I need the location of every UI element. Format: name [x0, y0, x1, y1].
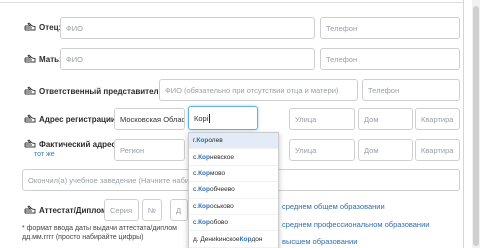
mother-phone-input[interactable]: Телефон	[320, 48, 460, 70]
dropdown-item[interactable]: с. Кор мово	[189, 166, 278, 183]
registration-street-input[interactable]: Улица	[289, 108, 355, 130]
form-right-border	[463, 0, 464, 248]
pointing-hand-icon	[24, 86, 36, 96]
school-placeholder: Окончил(а) учебное заведение (Начните на…	[28, 175, 198, 185]
guardian-fio-input[interactable]: ФИО (обязательно при отсутствии отца и м…	[159, 79, 358, 101]
pointing-hand-icon	[24, 205, 36, 215]
dropdown-item-rest: дон	[251, 235, 263, 243]
certificate-date-placeholder: Д	[176, 205, 182, 215]
dropdown-item[interactable]: с. Кор обово	[189, 215, 278, 232]
certificate-number-placeholder: №	[148, 205, 157, 215]
father-label: Отец:	[24, 22, 61, 32]
actual-street-placeholder: Улица	[295, 145, 317, 155]
dropdown-item-rest: обово	[209, 219, 228, 227]
scrollbar-thumb[interactable]	[473, 6, 479, 246]
dropdown-item-rest: олев	[208, 137, 223, 145]
certificate-series-input[interactable]: Серия	[104, 199, 139, 221]
registration-house-placeholder: Дом	[364, 114, 379, 124]
father-fio-placeholder: ФИО	[66, 23, 83, 33]
dropdown-item-rest: мово	[209, 169, 226, 177]
actual-apartment-placeholder: Квартира	[421, 145, 454, 155]
dropdown-item-rest: обчеево	[209, 186, 235, 194]
education-option-higher[interactable]: высшем образовании	[282, 237, 357, 246]
pointing-hand-icon	[24, 22, 36, 32]
mother-label: Мать:	[24, 54, 62, 64]
father-phone-placeholder: Телефон	[326, 23, 358, 33]
dropdown-item[interactable]: с. Кор обчеево	[189, 182, 278, 199]
mother-fio-placeholder: ФИО	[66, 54, 83, 64]
mother-fio-input[interactable]: ФИО	[60, 48, 315, 70]
registration-street-placeholder: Улица	[295, 114, 317, 124]
dropdown-item[interactable]: с. Кор невское	[189, 149, 278, 166]
pointing-hand-icon	[24, 139, 36, 149]
mother-label-text: Мать:	[39, 54, 62, 64]
certificate-label: Аттестат/Диплом:	[24, 205, 110, 215]
actual-region-placeholder: Регион	[120, 145, 145, 155]
text-caret	[208, 113, 210, 123]
pointing-hand-icon	[24, 54, 36, 64]
pointing-hand-icon	[24, 114, 36, 124]
certificate-date-input[interactable]: Д	[170, 199, 188, 221]
guardian-phone-input[interactable]: Телефон	[362, 79, 460, 101]
date-format-note-line1: * формат ввода даты выдачи аттестата/дип…	[22, 225, 177, 232]
guardian-label: Ответственный представитель:	[24, 86, 166, 96]
dropdown-item-prefix: д. Дениkинское	[193, 235, 240, 243]
registration-house-input[interactable]: Дом	[358, 108, 413, 130]
guardian-phone-placeholder: Телефон	[368, 85, 400, 95]
actual-apartment-input[interactable]: Квартира	[415, 139, 460, 161]
actual-address-label-text: Фактический адрес:	[39, 139, 119, 149]
mother-phone-placeholder: Телефон	[326, 54, 358, 64]
actual-street-input[interactable]: Улица	[289, 139, 355, 161]
same-address-link[interactable]: тот же	[34, 151, 55, 158]
dropdown-item[interactable]: с. Кор оськово	[189, 199, 278, 215]
actual-house-placeholder: Дом	[364, 145, 379, 155]
actual-address-label: Фактический адрес:	[24, 139, 119, 149]
dropdown-item-match: Кор	[239, 235, 252, 243]
registration-label: Адрес регистрации:	[24, 114, 118, 124]
education-option-general[interactable]: среднем общем образовании	[282, 202, 385, 211]
registration-label-text: Адрес регистрации:	[39, 114, 119, 124]
father-fio-input[interactable]: ФИО	[60, 17, 315, 39]
dropdown-item-rest: невское	[209, 153, 234, 161]
dropdown-item-rest: оськово	[209, 202, 234, 210]
actual-house-input[interactable]: Дом	[358, 139, 413, 161]
education-option-professional[interactable]: среднем профессиональном образовании	[282, 220, 429, 229]
actual-region-input[interactable]: Регион	[114, 139, 185, 161]
guardian-label-text: Ответственный представитель:	[39, 86, 167, 96]
dropdown-item-match: Кор	[196, 137, 209, 145]
dropdown-item-match: Кор	[198, 219, 210, 227]
dropdown-item-match: Кор	[198, 153, 210, 161]
city-autocomplete-dropdown: г. Кор олев с. Кор невское с. Кор мово с. К…	[188, 132, 279, 248]
dropdown-item-match: Кор	[198, 202, 210, 210]
father-phone-input[interactable]: Телефон	[320, 17, 460, 39]
dropdown-item[interactable]: г. Кор олев	[189, 133, 278, 150]
father-label-text: Отец:	[39, 22, 62, 32]
certificate-series-placeholder: Серия	[110, 205, 133, 215]
registration-apartment-input[interactable]: Квартира	[415, 108, 460, 130]
certificate-number-input[interactable]: №	[142, 199, 162, 221]
certificate-label-text: Аттестат/Диплом:	[39, 205, 110, 215]
registration-region-input[interactable]: Московская Облас	[114, 108, 185, 130]
registration-region-value: Московская Облас	[120, 114, 185, 124]
top-edge	[0, 0, 463, 3]
dropdown-item[interactable]: д. Дениkинское Кор дон	[189, 231, 278, 248]
dropdown-item-match: Кор	[198, 169, 210, 177]
registration-city-input[interactable]: Корі	[188, 106, 258, 130]
registration-city-value: Корі	[194, 113, 209, 123]
dropdown-item-match: Кор	[198, 186, 210, 194]
date-format-note-line2: дд.мм.гггг (просто набирайте цифры)	[22, 234, 144, 241]
registration-apartment-placeholder: Квартира	[421, 114, 454, 124]
guardian-fio-placeholder: ФИО (обязательно при отсутствии отца и м…	[165, 85, 339, 95]
